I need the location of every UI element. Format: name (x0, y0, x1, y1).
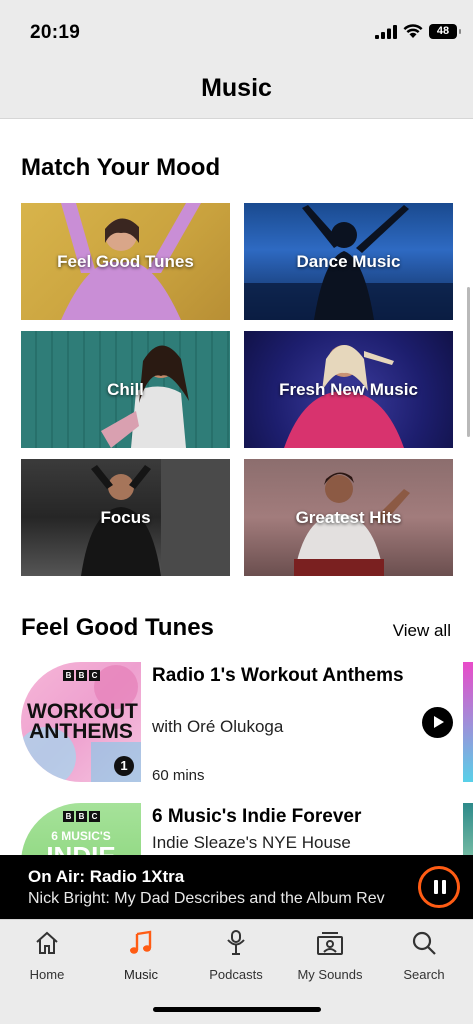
scroll-indicator[interactable] (467, 287, 470, 437)
tab-label: Music (124, 967, 158, 982)
now-playing-programme: Nick Bright: My Dad Describes and the Al… (28, 890, 385, 907)
tab-my-sounds[interactable]: My Sounds (283, 928, 377, 982)
wifi-icon (403, 24, 423, 38)
bbc-logo: B B C (63, 811, 100, 822)
top-bar: 20:19 48 Music (0, 0, 473, 119)
pause-button[interactable] (418, 866, 460, 908)
now-playing-bar[interactable]: On Air: Radio 1Xtra Nick Bright: My Dad … (0, 855, 473, 919)
mood-tile-chill[interactable]: Chill (21, 331, 230, 448)
bbc-logo: B B C (63, 670, 100, 681)
mood-section-title: Match Your Mood (21, 154, 221, 181)
mood-tile-label: Chill (107, 379, 144, 399)
mood-tile-feel-good[interactable]: Feel Good Tunes (21, 203, 230, 320)
play-button[interactable] (422, 707, 453, 738)
mood-tile-focus[interactable]: Focus (21, 459, 230, 576)
next-card-peek[interactable] (463, 662, 473, 782)
status-time: 20:19 (30, 22, 81, 43)
mood-tile-label: Fresh New Music (279, 379, 418, 399)
tab-music[interactable]: Music (94, 928, 188, 982)
bbc-letter: C (89, 670, 100, 681)
bbc-letter: B (63, 670, 74, 681)
page-title: Music (201, 74, 272, 102)
workout-anthems-artwork: B B C WORKOUT ANTHEMS 1 (21, 662, 141, 782)
radio1-badge: 1 (114, 756, 134, 776)
artwork-title: WORKOUT ANTHEMS (27, 700, 138, 743)
mood-tile-label: Focus (100, 507, 151, 527)
home-indicator[interactable] (153, 1007, 321, 1012)
now-playing-station: On Air: Radio 1Xtra (28, 867, 185, 886)
view-all-link[interactable]: View all (393, 621, 451, 641)
tab-label: Search (403, 967, 445, 982)
music-note-icon (130, 930, 152, 954)
item-duration: 60 mins (152, 767, 205, 784)
next-card-peek[interactable] (463, 803, 473, 863)
feel-good-section-title: Feel Good Tunes (21, 614, 214, 641)
item-subtitle: Indie Sleaze's NYE House (152, 833, 351, 852)
bbc-letter: B (63, 811, 74, 822)
tab-label: My Sounds (297, 967, 363, 982)
home-icon (36, 931, 58, 954)
tab-podcasts[interactable]: Podcasts (189, 928, 283, 982)
my-sounds-icon (317, 932, 343, 955)
item-title: 6 Music's Indie Forever (152, 806, 362, 827)
cellular-signal-icon (375, 24, 397, 39)
tab-label: Home (29, 967, 65, 982)
status-icons: 48 (375, 24, 461, 39)
item-title: Radio 1's Workout Anthems (152, 665, 404, 686)
bbc-letter: B (76, 811, 87, 822)
list-item[interactable]: B B C WORKOUT ANTHEMS 1 Radio 1's Workou… (0, 662, 473, 787)
mood-tile-label: Greatest Hits (295, 507, 402, 527)
mood-tile-fresh-new-music[interactable]: Fresh New Music (244, 331, 453, 448)
bbc-letter: C (89, 811, 100, 822)
search-icon (412, 931, 436, 955)
bbc-letter: B (76, 670, 87, 681)
podcast-icon (227, 930, 245, 955)
tab-search[interactable]: Search (377, 928, 471, 982)
mood-tile-label: Feel Good Tunes (57, 251, 194, 271)
mood-tile-greatest-hits[interactable]: Greatest Hits (244, 459, 453, 576)
tab-home[interactable]: Home (0, 928, 94, 982)
mood-tile-dance-music[interactable]: Dance Music (244, 203, 453, 320)
mood-tile-label: Dance Music (296, 251, 401, 271)
battery-icon: 48 (429, 24, 461, 39)
tab-label: Podcasts (209, 967, 263, 982)
item-subtitle: with Oré Olukoga (152, 717, 284, 736)
